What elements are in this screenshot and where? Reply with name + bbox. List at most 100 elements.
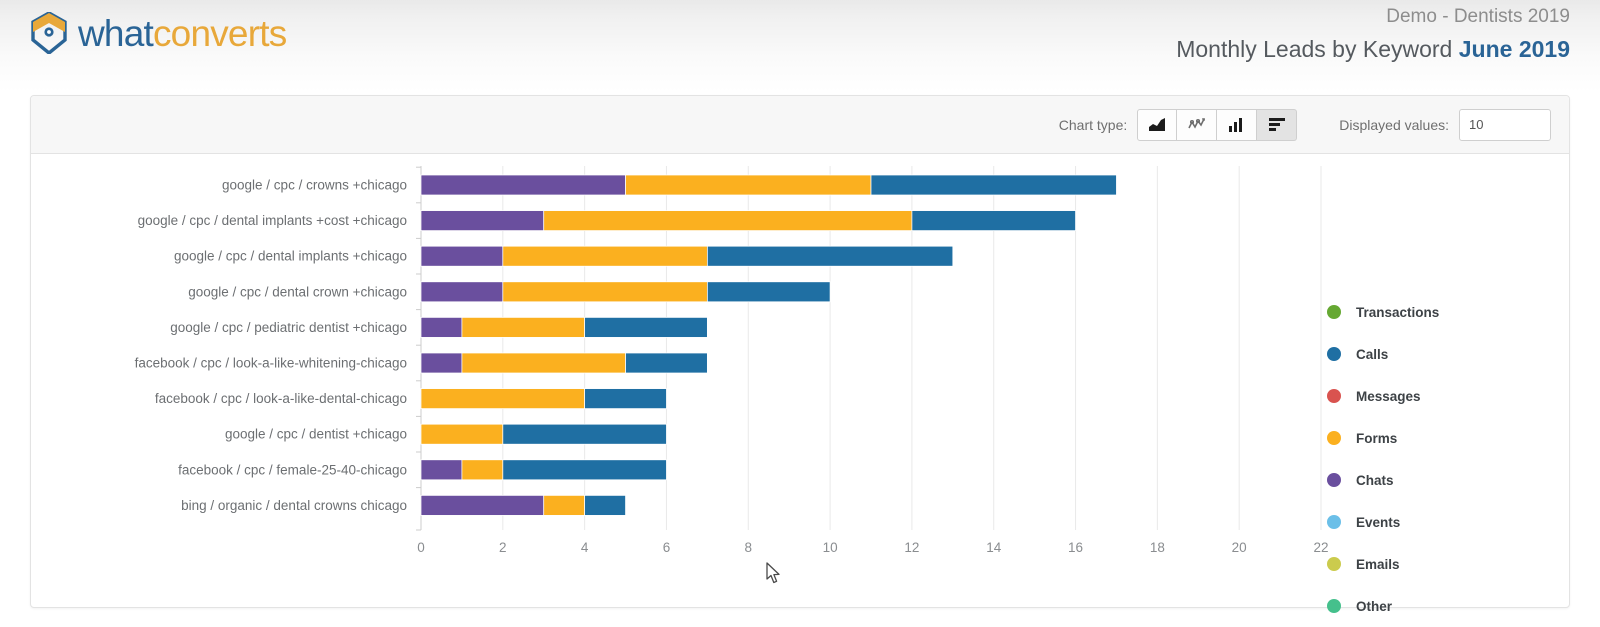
- legend-item[interactable]: Other: [1327, 585, 1557, 627]
- bar-segment-calls[interactable]: [502, 459, 667, 481]
- bar-segment-chats[interactable]: [420, 352, 463, 374]
- legend-item-label: Messages: [1356, 388, 1421, 404]
- bar-segment-forms[interactable]: [543, 210, 913, 231]
- chart-type-label: Chart type:: [1058, 116, 1128, 133]
- displayed-values-input[interactable]: [1459, 108, 1551, 141]
- bar-segment-calls[interactable]: [870, 174, 1117, 196]
- x-axis-tick-label: 8: [745, 540, 753, 555]
- bar-segment-calls[interactable]: [706, 245, 954, 267]
- x-axis-tick-label: 2: [499, 540, 507, 555]
- bar-segment-chats[interactable]: [420, 245, 504, 267]
- bar-segment-calls[interactable]: [584, 388, 667, 409]
- page-title: Monthly Leads by Keyword June 2019: [1176, 33, 1570, 65]
- legend-item[interactable]: Messages: [1327, 375, 1557, 417]
- legend-item-label: Events: [1356, 514, 1401, 530]
- displayed-values-label: Displayed values:: [1339, 116, 1449, 133]
- category-label: facebook / cpc / female-25-40-chicago: [178, 462, 407, 477]
- legend-item[interactable]: Calls: [1327, 333, 1557, 375]
- category-label: google / cpc / crowns +chicago: [222, 178, 407, 193]
- page-header: whatconverts Demo - Dentists 2019 Monthl…: [0, 0, 1600, 92]
- legend-item-label: Calls: [1356, 346, 1389, 362]
- chart-x-axis-labels: 0 2 4 6 8 10 12 14 16 18 20 22: [417, 540, 1328, 555]
- legend-item-label: Forms: [1356, 430, 1398, 446]
- bar-segment-chats[interactable]: [420, 281, 504, 303]
- x-axis-tick-label: 0: [417, 540, 425, 555]
- brand-logo-text: whatconverts: [78, 15, 287, 52]
- chart-panel: Chart type: Displayed values: 10 google …: [30, 95, 1570, 614]
- x-axis-tick-label: 14: [986, 540, 1002, 555]
- legend-color-swatch: [1327, 347, 1341, 361]
- legend-item-label: Chats: [1356, 472, 1394, 488]
- bar-segment-forms[interactable]: [461, 352, 626, 374]
- legend-item[interactable]: Forms: [1327, 417, 1557, 459]
- legend-color-swatch: [1327, 305, 1341, 319]
- bar-segment-forms[interactable]: [502, 281, 708, 303]
- chart-legend: Transactions Calls Messages Forms Chats Event…: [1327, 291, 1557, 627]
- area-chart-icon: [1148, 117, 1166, 132]
- chart-type-line-button[interactable]: [1177, 108, 1218, 141]
- category-label: bing / organic / dental crowns chicago: [181, 498, 407, 513]
- x-axis-tick-label: 10: [823, 540, 838, 555]
- chart-type-horizontal-bar-button[interactable]: [1257, 108, 1298, 141]
- x-axis-tick-label: 20: [1232, 540, 1247, 555]
- bar-segment-calls[interactable]: [584, 495, 626, 516]
- x-axis-tick-label: 6: [663, 540, 671, 555]
- chart-category-labels: google / cpc / crowns +chicago google / c…: [135, 178, 407, 513]
- legend-color-swatch: [1327, 599, 1341, 613]
- bar-segment-forms[interactable]: [502, 245, 708, 267]
- chart-type-column-button[interactable]: [1217, 108, 1258, 141]
- report-period: June 2019: [1458, 36, 1570, 62]
- bar-segment-calls[interactable]: [584, 317, 708, 338]
- legend-color-swatch: [1327, 431, 1341, 445]
- category-label: google / cpc / dental implants +cost +ch…: [138, 213, 407, 228]
- bar-segment-calls[interactable]: [625, 352, 708, 374]
- bar-segment-forms[interactable]: [625, 174, 872, 196]
- category-label: google / cpc / pediatric dentist +chicag…: [170, 320, 407, 335]
- horizontal-bar-chart-icon: [1268, 118, 1285, 131]
- legend-item-label: Transactions: [1356, 304, 1440, 320]
- category-label: facebook / cpc / look-a-like-whitening-c…: [135, 356, 407, 371]
- legend-item-label: Other: [1356, 598, 1393, 614]
- category-label: facebook / cpc / look-a-like-dental-chic…: [155, 391, 407, 406]
- bar-segment-chats[interactable]: [420, 174, 626, 196]
- legend-color-swatch: [1327, 557, 1341, 571]
- legend-color-swatch: [1327, 389, 1341, 403]
- legend-color-swatch: [1327, 473, 1341, 487]
- category-label: google / cpc / dental implants +chicago: [174, 249, 407, 264]
- legend-item[interactable]: Emails: [1327, 543, 1557, 585]
- whatconverts-hex-logo-icon: [30, 11, 68, 56]
- bar-segment-chats[interactable]: [420, 495, 545, 516]
- bar-segment-forms[interactable]: [543, 495, 586, 516]
- legend-item-label: Emails: [1356, 556, 1400, 572]
- bar-segment-calls[interactable]: [911, 210, 1076, 231]
- bar-segment-calls[interactable]: [706, 281, 831, 303]
- report-title-text: Monthly Leads by Keyword: [1176, 36, 1453, 62]
- x-axis-tick-label: 16: [1068, 540, 1083, 555]
- account-name: Demo - Dentists 2019: [1386, 6, 1570, 27]
- bar-segment-chats[interactable]: [420, 459, 463, 481]
- x-axis-tick-label: 12: [904, 540, 919, 555]
- bar-segment-chats[interactable]: [420, 210, 545, 231]
- chart-toolbar: Chart type: Displayed values: 10: [31, 96, 1569, 154]
- bar-segment-calls[interactable]: [502, 423, 667, 445]
- legend-item[interactable]: Events: [1327, 501, 1557, 543]
- category-label: google / cpc / dental crown +chicago: [188, 284, 407, 299]
- bar-segment-forms[interactable]: [420, 423, 504, 445]
- line-chart-icon: [1188, 117, 1206, 132]
- x-axis-tick-label: 4: [581, 540, 589, 555]
- bar-segment-forms[interactable]: [461, 459, 504, 481]
- legend-item[interactable]: Chats: [1327, 459, 1557, 501]
- chart-type-button-group: [1137, 108, 1298, 141]
- bar-segment-chats[interactable]: [420, 317, 463, 338]
- bar-segment-forms[interactable]: [461, 317, 586, 338]
- legend-color-swatch: [1327, 515, 1341, 529]
- brand-logo[interactable]: whatconverts: [30, 11, 287, 56]
- header-right-block: Demo - Dentists 2019 Monthly Leads by Ke…: [1176, 4, 1570, 65]
- legend-item[interactable]: Transactions: [1327, 291, 1557, 333]
- column-chart-icon: [1229, 117, 1244, 132]
- chart-bars: [420, 174, 1117, 516]
- x-axis-tick-label: 18: [1150, 540, 1165, 555]
- bar-segment-forms[interactable]: [420, 388, 586, 409]
- chart-tick-marks: [416, 166, 421, 531]
- chart-type-area-button[interactable]: [1137, 108, 1178, 141]
